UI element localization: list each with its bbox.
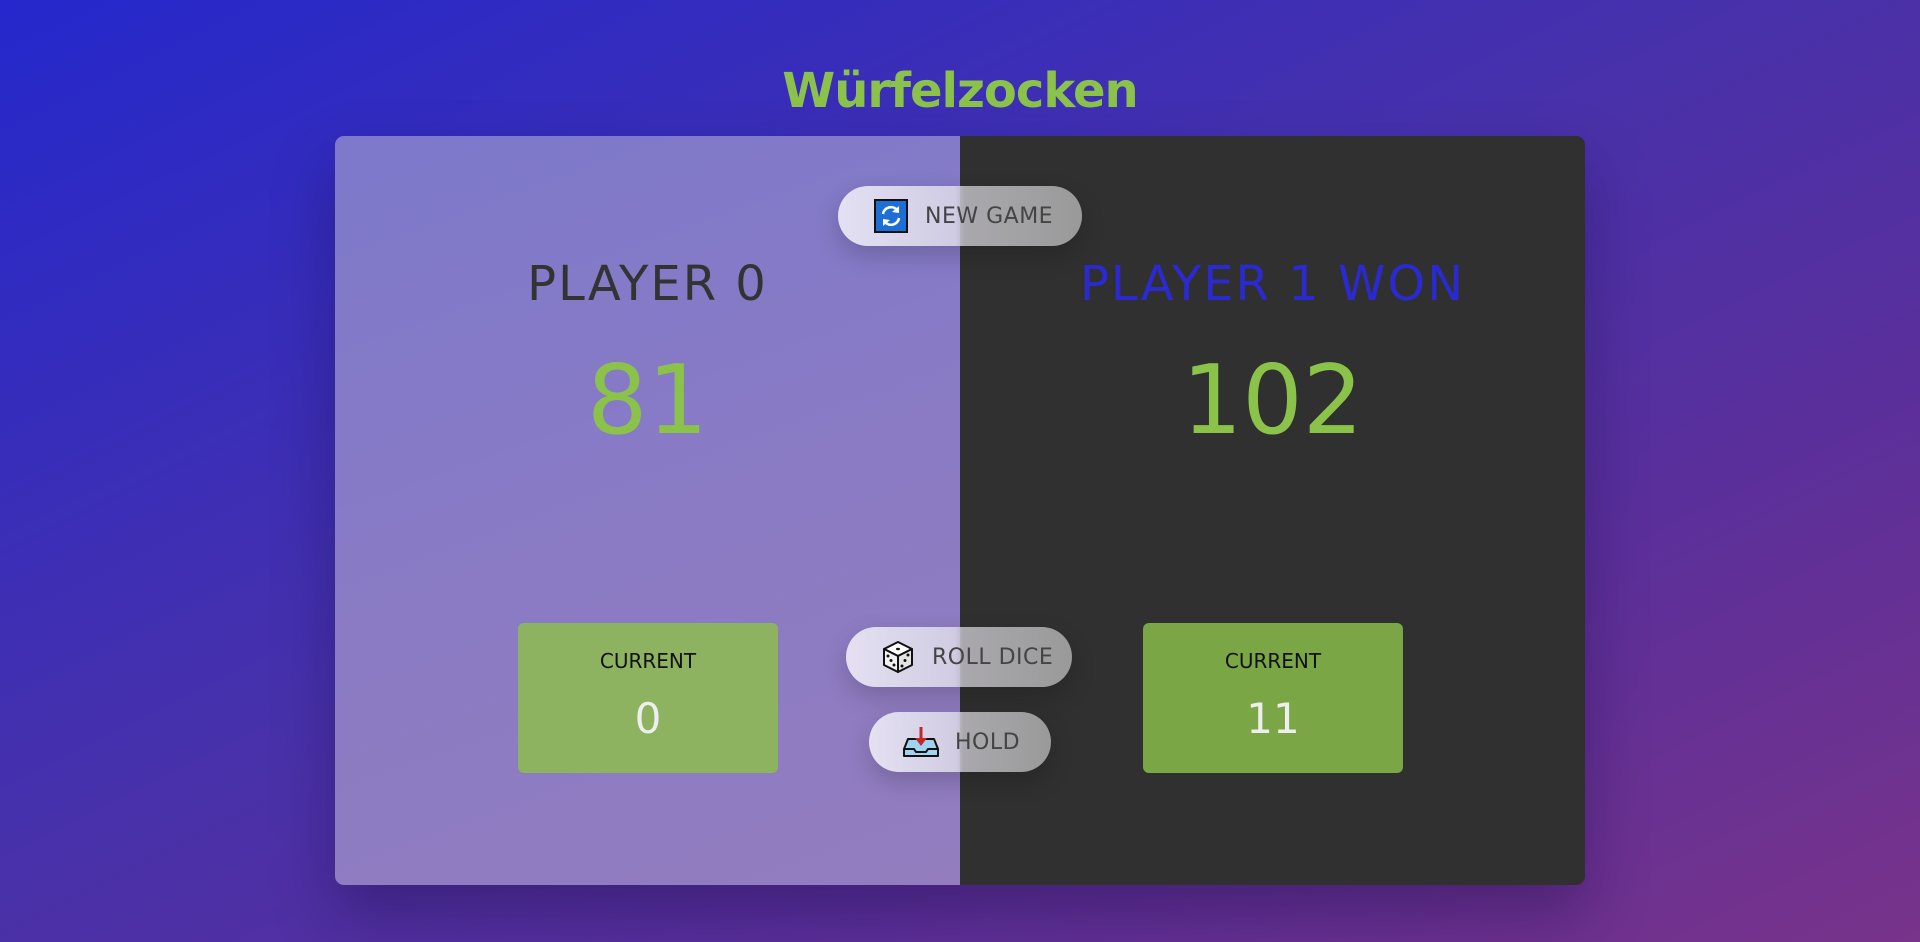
player-0-panel: PLAYER 0 81 CURRENT 0 <box>335 136 960 885</box>
game-title: Würfelzocken <box>782 63 1138 119</box>
player-1-panel: PLAYER 1 WON 102 CURRENT 11 <box>960 136 1585 885</box>
player-0-current-score: 0 <box>634 694 662 743</box>
roll-dice-label: ROLL DICE <box>932 644 1054 670</box>
new-game-button[interactable]: NEW GAME <box>838 186 1082 246</box>
hold-label: HOLD <box>955 729 1021 755</box>
player-1-current-score: 11 <box>1246 694 1300 743</box>
game-board: PLAYER 0 81 CURRENT 0 PLAYER 1 WON 102 C… <box>335 136 1585 885</box>
player-0-current-label: CURRENT <box>599 649 697 673</box>
player-1-name: PLAYER 1 WON <box>1079 256 1466 312</box>
player-0-name: PLAYER 0 <box>527 256 768 312</box>
refresh-icon <box>871 196 911 236</box>
inbox-tray-icon <box>901 722 941 762</box>
player-1-current-box: CURRENT 11 <box>1143 623 1403 773</box>
player-1-score: 102 <box>1181 346 1364 456</box>
player-0-score: 81 <box>587 346 708 456</box>
hold-button[interactable]: HOLD <box>869 712 1051 772</box>
player-1-current-label: CURRENT <box>1224 649 1322 673</box>
player-0-current-box: CURRENT 0 <box>518 623 778 773</box>
new-game-label: NEW GAME <box>925 203 1054 229</box>
dice-icon <box>878 637 918 677</box>
roll-dice-button[interactable]: ROLL DICE <box>846 627 1072 687</box>
